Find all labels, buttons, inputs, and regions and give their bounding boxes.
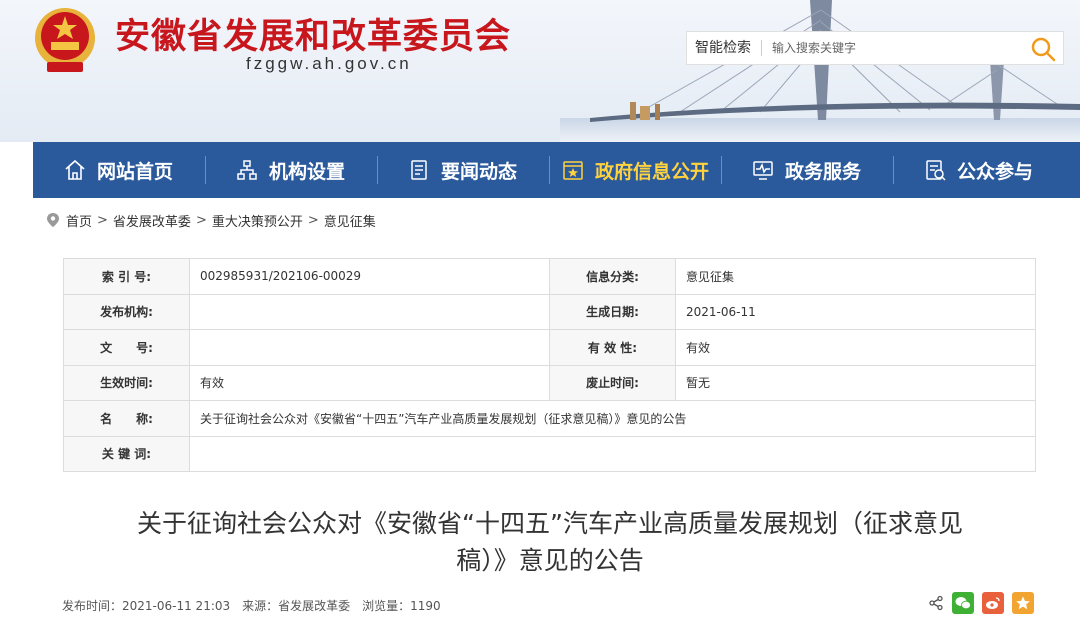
breadcrumb-home[interactable]: 首页 xyxy=(66,211,92,230)
breadcrumb-item[interactable]: 省发展改革委 xyxy=(113,211,191,230)
participation-icon xyxy=(926,160,946,181)
meta-key: 生效时间: xyxy=(63,364,190,401)
nav-item-label: 机构设置 xyxy=(269,160,346,183)
breadcrumb-separator: > xyxy=(97,212,108,228)
meta-value: 有效 xyxy=(189,364,550,401)
publish-time: 发布时间：2021-06-11 21:03 xyxy=(62,599,231,613)
meta-key: 文 号: xyxy=(63,329,190,366)
article-meta: 发布时间：2021-06-11 21:03 来源：省发展改革委 浏览量：1190 xyxy=(62,597,441,614)
meta-key: 信息分类: xyxy=(549,258,676,295)
meta-value xyxy=(189,329,550,366)
nav-divider xyxy=(721,156,722,184)
table-row: 关 键 词: xyxy=(63,435,1036,472)
nav-item-label: 要闻动态 xyxy=(441,160,518,183)
nav-divider xyxy=(549,156,550,184)
table-row: 发布机构: 生成日期: 2021-06-11 xyxy=(63,293,1036,330)
meta-value: 暂无 xyxy=(675,364,1036,401)
star-icon xyxy=(1016,596,1030,610)
meta-key: 生成日期: xyxy=(549,293,676,330)
search-label[interactable]: 智能检索 xyxy=(687,40,762,56)
meta-value xyxy=(189,435,1036,472)
search-icon[interactable] xyxy=(1029,35,1057,63)
nav-item-participation[interactable]: 公众参与 xyxy=(923,142,1033,198)
article-title-line: 稿）》意见的公告 xyxy=(456,546,644,575)
nav-item-org[interactable]: 机构设置 xyxy=(235,142,345,198)
breadcrumb: 首页 > 省发展改革委 > 重大决策预公开 > 意见征集 xyxy=(46,210,376,230)
share-bar xyxy=(928,592,1034,614)
service-monitor-icon xyxy=(753,161,773,180)
table-row: 生效时间: 有效 废止时间: 暂无 xyxy=(63,364,1036,401)
meta-value: 002985931/202106-00029 xyxy=(189,258,550,295)
meta-key: 发布机构: xyxy=(63,293,190,330)
view-count: 浏览量：1190 xyxy=(362,599,441,613)
meta-key: 关 键 词: xyxy=(63,435,190,472)
nav-item-service[interactable]: 政务服务 xyxy=(751,142,861,198)
nav-item-label: 网站首页 xyxy=(97,160,174,183)
nav-divider xyxy=(377,156,378,184)
breadcrumb-separator: > xyxy=(307,212,319,228)
share-icon[interactable] xyxy=(928,595,944,611)
info-disclosure-icon xyxy=(563,161,583,180)
nav-item-label: 公众参与 xyxy=(957,160,1034,183)
meta-value: 意见征集 xyxy=(675,258,1036,295)
meta-key: 废止时间: xyxy=(549,364,676,401)
meta-value: 关于征询社会公众对《安徽省“十四五”汽车产业高质量发展规划（征求意见稿）》意见的… xyxy=(189,400,1036,437)
nav-item-news[interactable]: 要闻动态 xyxy=(407,142,517,198)
document-icon xyxy=(411,160,427,180)
meta-value: 有效 xyxy=(675,329,1036,366)
search-input[interactable] xyxy=(762,33,1032,63)
org-chart-icon xyxy=(237,160,257,180)
nav-item-label: 政务服务 xyxy=(785,160,862,183)
meta-key: 索 引 号: xyxy=(63,258,190,295)
table-row: 名 称: 关于征询社会公众对《安徽省“十四五”汽车产业高质量发展规划（征求意见稿… xyxy=(63,400,1036,437)
nav-item-info-disclosure[interactable]: 政府信息公开 xyxy=(561,142,709,198)
meta-value xyxy=(189,293,550,330)
breadcrumb-item[interactable]: 重大决策预公开 xyxy=(212,211,303,230)
meta-key: 名 称: xyxy=(63,400,190,437)
weibo-share-button[interactable] xyxy=(982,592,1004,614)
main-nav: 网站首页 机构设置 要闻动态 政府信息公开 政务服务 公众参与 xyxy=(33,142,1080,198)
weibo-icon xyxy=(986,597,1000,609)
favorite-button[interactable] xyxy=(1012,592,1034,614)
wechat-share-button[interactable] xyxy=(952,592,974,614)
article-title-line: 关于征询社会公众对《安徽省“十四五”汽车产业高质量发展规划（征求意见 xyxy=(137,509,963,538)
nav-divider xyxy=(893,156,894,184)
nav-item-label: 政府信息公开 xyxy=(595,160,710,183)
table-row: 索 引 号: 002985931/202106-00029 信息分类: 意见征集 xyxy=(63,258,1036,295)
article-title: 关于征询社会公众对《安徽省“十四五”汽车产业高质量发展规划（征求意见 稿）》意见… xyxy=(70,505,1030,579)
wechat-icon xyxy=(955,597,971,610)
article-source: 来源：省发展改革委 xyxy=(242,599,351,613)
nav-item-home[interactable]: 网站首页 xyxy=(63,142,173,198)
site-header: 安徽省发展和改革委员会 fzggw.ah.gov.cn 智能检索 xyxy=(0,0,1080,142)
document-meta-table: 索 引 号: 002985931/202106-00029 信息分类: 意见征集… xyxy=(63,258,1036,472)
table-row: 文 号: 有 效 性: 有效 xyxy=(63,329,1036,366)
national-emblem-icon xyxy=(35,8,95,72)
nav-divider xyxy=(205,156,206,184)
site-domain: fzggw.ah.gov.cn xyxy=(246,54,412,73)
meta-value: 2021-06-11 xyxy=(675,293,1036,330)
breadcrumb-separator: > xyxy=(195,212,207,228)
site-title[interactable]: 安徽省发展和改革委员会 xyxy=(115,8,511,59)
location-pin-icon xyxy=(47,213,59,227)
meta-key: 有 效 性: xyxy=(549,329,676,366)
search-bar: 智能检索 xyxy=(686,31,1064,65)
breadcrumb-item[interactable]: 意见征集 xyxy=(324,211,376,230)
home-icon xyxy=(65,159,85,180)
